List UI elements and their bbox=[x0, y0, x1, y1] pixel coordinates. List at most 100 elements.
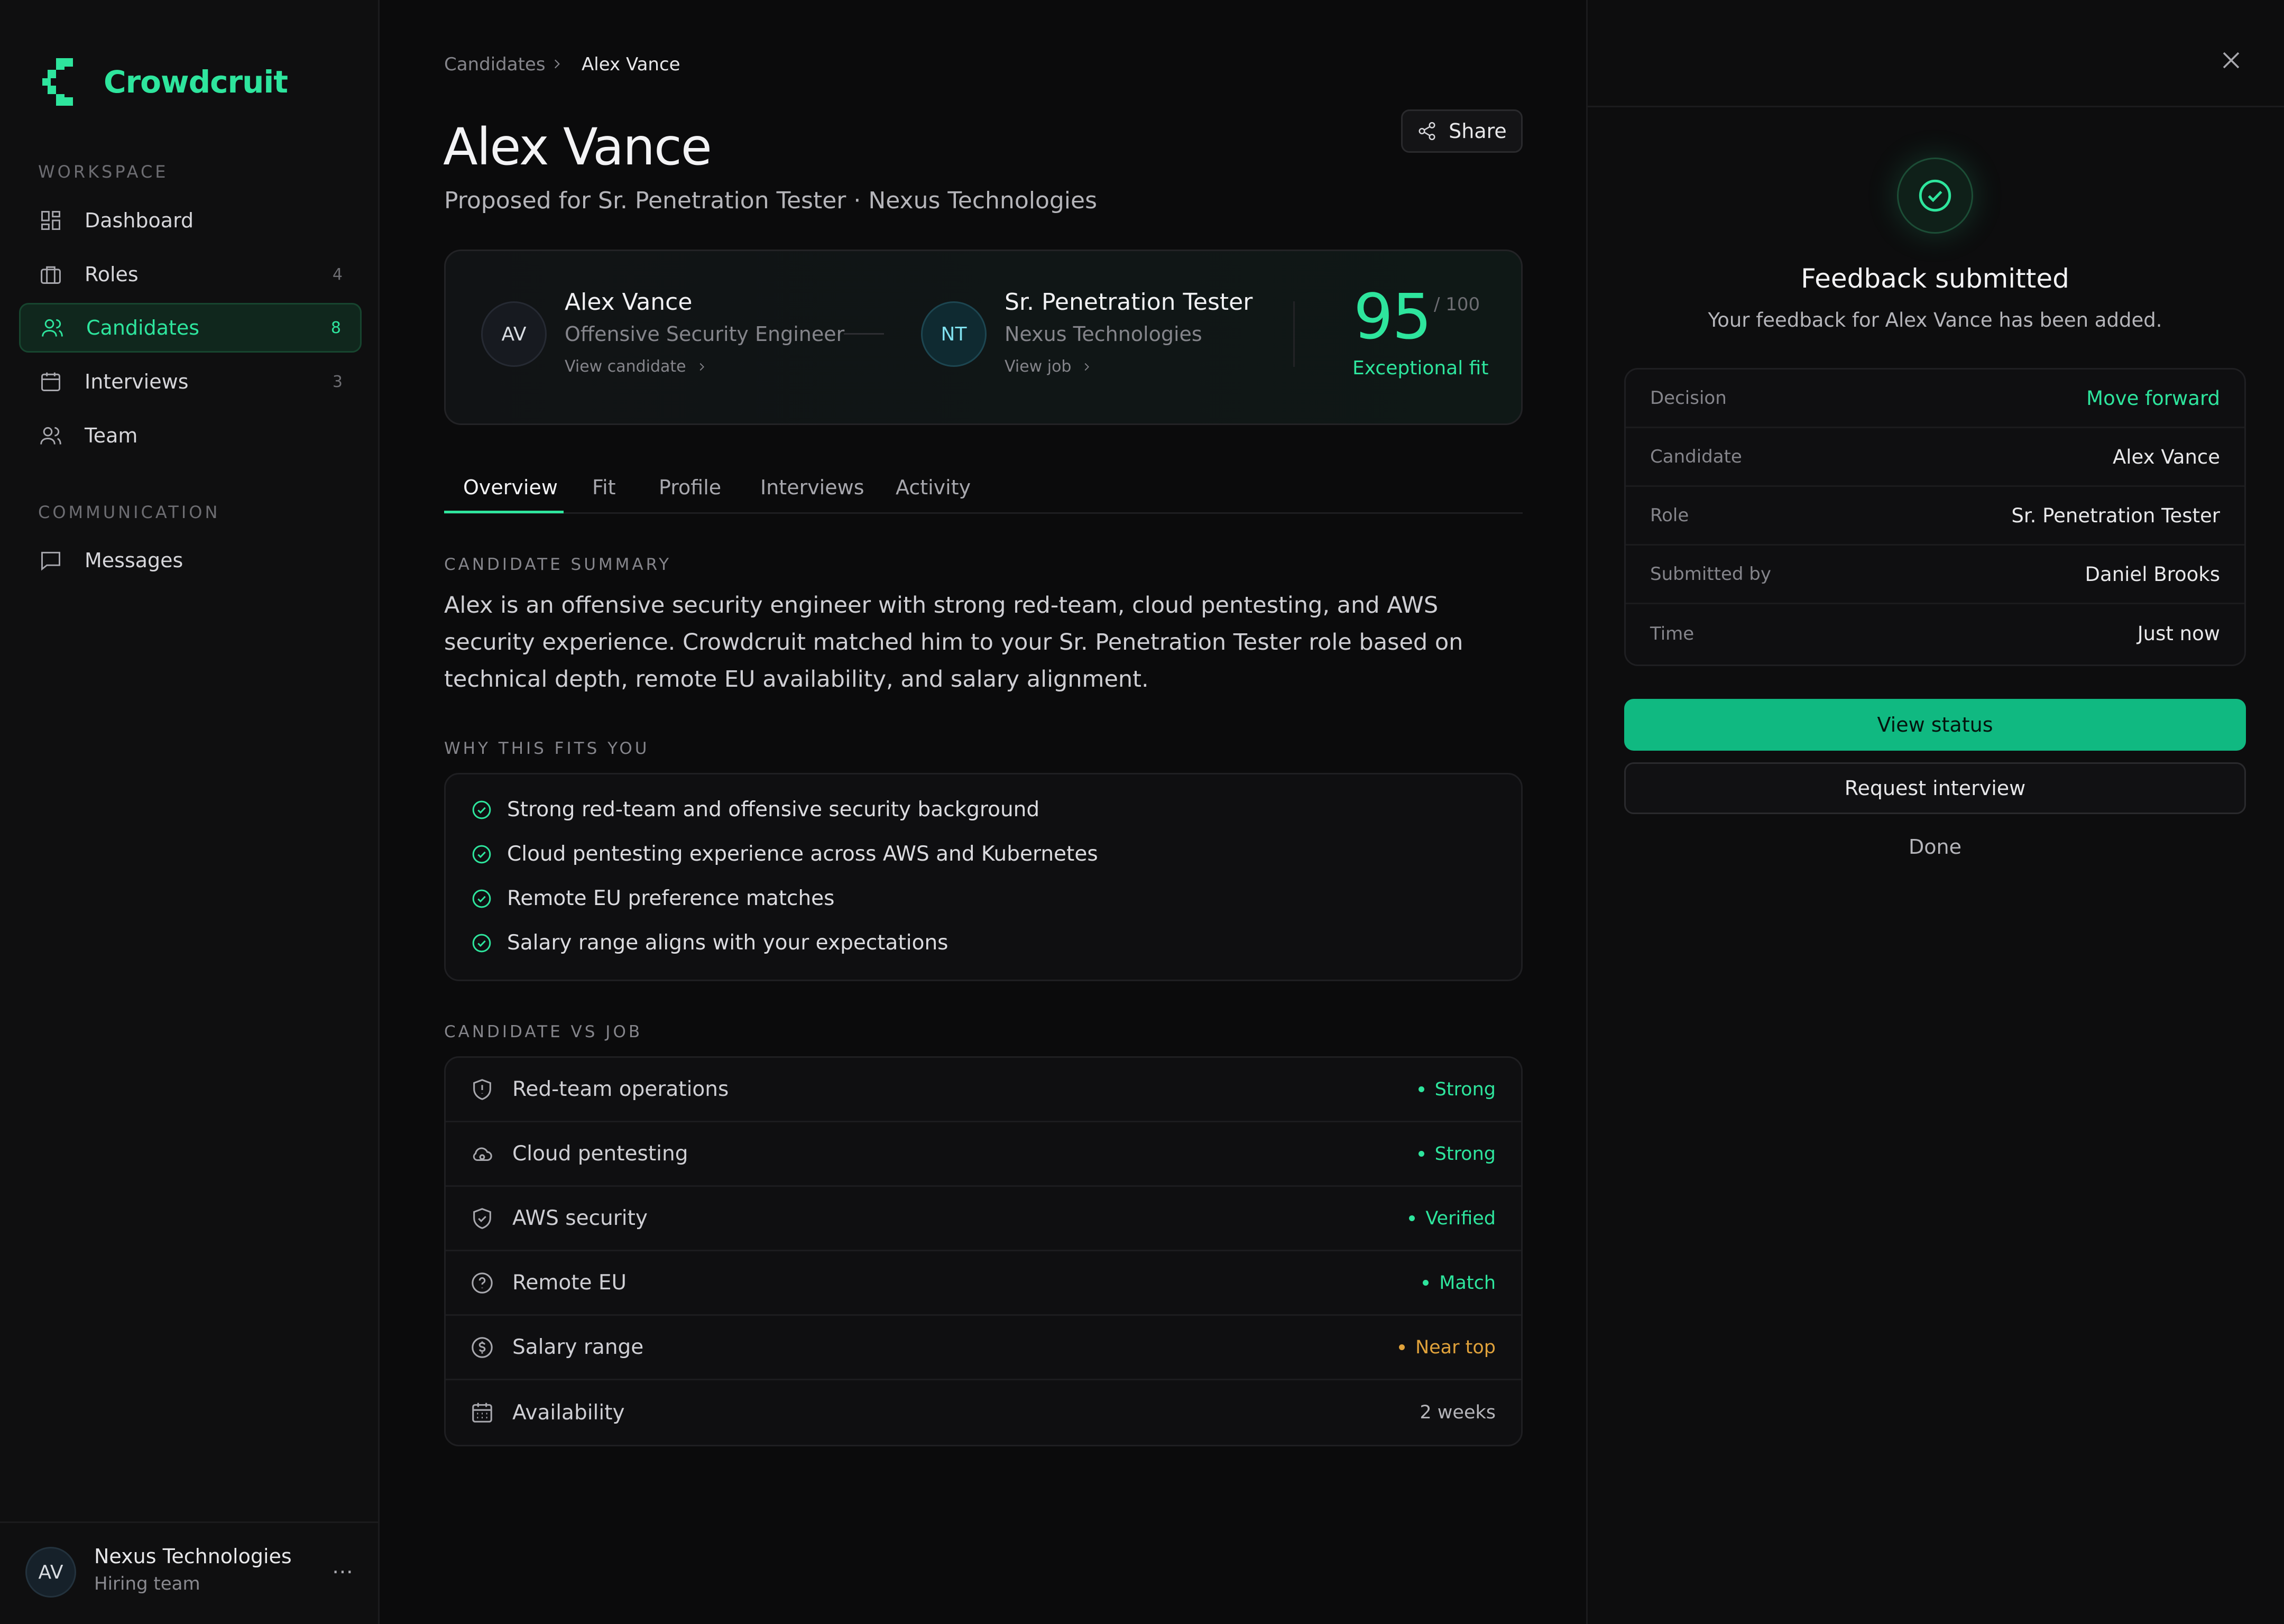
candidate-name: Alex Vance bbox=[565, 289, 693, 316]
chevron-right-icon bbox=[1085, 363, 1090, 371]
sidebar-item-label: Interviews bbox=[85, 370, 189, 393]
status-badge: Near top bbox=[1398, 1337, 1496, 1358]
detail-row: Decision Move forward bbox=[1626, 370, 2244, 428]
share-button[interactable]: Share bbox=[1401, 109, 1523, 153]
team-icon bbox=[38, 423, 63, 448]
tab-bar: Overview Fit Profile Interviews Activity bbox=[444, 465, 1523, 514]
breadcrumb-parent[interactable]: Candidates bbox=[444, 54, 546, 75]
done-button[interactable]: Done bbox=[1624, 835, 2246, 859]
share-label: Share bbox=[1449, 119, 1507, 143]
briefcase-icon bbox=[38, 262, 63, 287]
close-icon[interactable] bbox=[2218, 48, 2244, 73]
panel-divider bbox=[1586, 106, 2284, 107]
table-row: Availability 2 weeks bbox=[446, 1380, 1521, 1445]
fit-reason: Remote EU preference matches bbox=[507, 887, 835, 910]
account-subtitle: Hiring team bbox=[94, 1573, 200, 1594]
table-row: Salary range Near top bbox=[446, 1316, 1521, 1380]
check-circle-icon bbox=[1919, 179, 1951, 212]
brand-name: Crowdcruit bbox=[104, 64, 288, 100]
detail-value: Just now bbox=[2137, 622, 2220, 645]
active-tab-indicator bbox=[444, 511, 564, 513]
detail-key: Role bbox=[1650, 505, 1689, 526]
view-candidate-label: View candidate bbox=[565, 357, 686, 376]
page-title: Alex Vance bbox=[443, 117, 712, 177]
sidebar-item-label: Messages bbox=[85, 549, 183, 572]
cloud-icon bbox=[473, 1147, 492, 1161]
sidebar-item-messages[interactable]: Messages bbox=[19, 536, 362, 585]
sidebar-item-roles[interactable]: Roles 4 bbox=[19, 250, 362, 299]
status-value: 2 weeks bbox=[1420, 1402, 1496, 1423]
check-circle-icon bbox=[472, 800, 491, 819]
sidebar-item-count: 8 bbox=[330, 318, 341, 337]
sidebar-item-label: Team bbox=[85, 424, 138, 447]
status-badge: Verified bbox=[1409, 1208, 1496, 1229]
sidebar-item-team[interactable]: Team bbox=[19, 411, 362, 460]
fit-label: Exceptional fit bbox=[1352, 357, 1489, 379]
feedback-title: Feedback submitted bbox=[1801, 263, 2069, 294]
sidebar-item-label: Candidates bbox=[86, 316, 200, 339]
status-badge: Strong bbox=[1418, 1143, 1496, 1165]
chevron-right-icon bbox=[699, 363, 704, 371]
tab-profile[interactable]: Profile bbox=[659, 476, 721, 499]
more-icon[interactable]: ⋯ bbox=[332, 1560, 354, 1584]
account-name: Nexus Technologies bbox=[94, 1545, 292, 1568]
comparison-label: Red-team operations bbox=[512, 1077, 729, 1101]
check-circle-icon bbox=[472, 889, 491, 908]
check-circle-icon bbox=[472, 845, 491, 863]
crowdcruit-logo-icon bbox=[42, 58, 73, 106]
table-row: Cloud pentesting Strong bbox=[446, 1122, 1521, 1187]
why-fits-panel: Strong red-team and offensive security b… bbox=[444, 773, 1523, 981]
sidebar-item-label: Roles bbox=[85, 263, 139, 286]
share-icon bbox=[1419, 122, 1435, 141]
dollar-circle-icon bbox=[472, 1336, 493, 1358]
detail-value: Alex Vance bbox=[2112, 445, 2220, 468]
list-item: Salary range aligns with your expectatio… bbox=[471, 931, 948, 955]
table-row: Remote EU Match bbox=[446, 1251, 1521, 1316]
comparison-label: Remote EU bbox=[512, 1271, 627, 1295]
fit-score-max: / 100 bbox=[1434, 294, 1480, 315]
detail-value: Move forward bbox=[2086, 386, 2220, 410]
detail-row: Role Sr. Penetration Tester bbox=[1626, 487, 2244, 546]
tab-overview[interactable]: Overview bbox=[463, 476, 558, 499]
shield-check-icon bbox=[473, 1207, 491, 1229]
brand[interactable]: Crowdcruit bbox=[42, 58, 288, 106]
section-label-comparison: CANDIDATE VS JOB bbox=[444, 1022, 643, 1041]
list-item: Cloud pentesting experience across AWS a… bbox=[471, 842, 1098, 866]
list-item: Strong red-team and offensive security b… bbox=[471, 798, 1039, 822]
view-status-button[interactable]: View status bbox=[1624, 699, 2246, 751]
users-icon bbox=[40, 315, 65, 340]
detail-key: Decision bbox=[1650, 387, 1727, 409]
request-interview-button[interactable]: Request interview bbox=[1624, 762, 2246, 814]
status-badge: Strong bbox=[1418, 1079, 1496, 1100]
fit-score: 95 bbox=[1353, 280, 1432, 353]
job-avatar: NT bbox=[921, 301, 987, 367]
section-label-communication: COMMUNICATION bbox=[38, 502, 220, 522]
dashboard-icon bbox=[38, 208, 63, 233]
check-circle-icon bbox=[472, 934, 491, 952]
sidebar-item-dashboard[interactable]: Dashboard bbox=[19, 196, 362, 245]
job-title: Sr. Penetration Tester bbox=[1005, 289, 1253, 316]
candidate-summary: Alex is an offensive security engineer w… bbox=[444, 592, 1463, 693]
detail-row: Time Just now bbox=[1626, 604, 2244, 663]
status-badge: Match bbox=[1423, 1272, 1496, 1294]
detail-row: Submitted by Daniel Brooks bbox=[1626, 546, 2244, 604]
tab-interviews[interactable]: Interviews bbox=[760, 476, 864, 499]
tab-fit[interactable]: Fit bbox=[592, 476, 616, 499]
chevron-right-icon bbox=[554, 59, 560, 69]
breadcrumb-current: Alex Vance bbox=[582, 54, 680, 75]
page-subtitle: Proposed for Sr. Penetration Tester · Ne… bbox=[444, 187, 1098, 214]
sidebar-item-count: 3 bbox=[332, 372, 343, 391]
section-label-why-fits: WHY THIS FITS YOU bbox=[444, 739, 650, 758]
calendar-icon bbox=[472, 1402, 492, 1423]
feedback-details: Decision Move forward Candidate Alex Van… bbox=[1624, 368, 2246, 666]
section-label-summary: CANDIDATE SUMMARY bbox=[444, 555, 672, 574]
view-job-link[interactable]: View job bbox=[1005, 357, 1092, 376]
sidebar-item-interviews[interactable]: Interviews 3 bbox=[19, 357, 362, 407]
detail-row: Candidate Alex Vance bbox=[1626, 428, 2244, 487]
sidebar-item-candidates[interactable]: Candidates 8 bbox=[19, 303, 362, 353]
avatar[interactable]: AV bbox=[25, 1547, 76, 1598]
feedback-subtitle: Your feedback for Alex Vance has been ad… bbox=[1708, 309, 2162, 331]
comparison-label: Salary range bbox=[512, 1335, 644, 1359]
tab-activity[interactable]: Activity bbox=[896, 476, 971, 499]
view-candidate-link[interactable]: View candidate bbox=[565, 357, 707, 376]
